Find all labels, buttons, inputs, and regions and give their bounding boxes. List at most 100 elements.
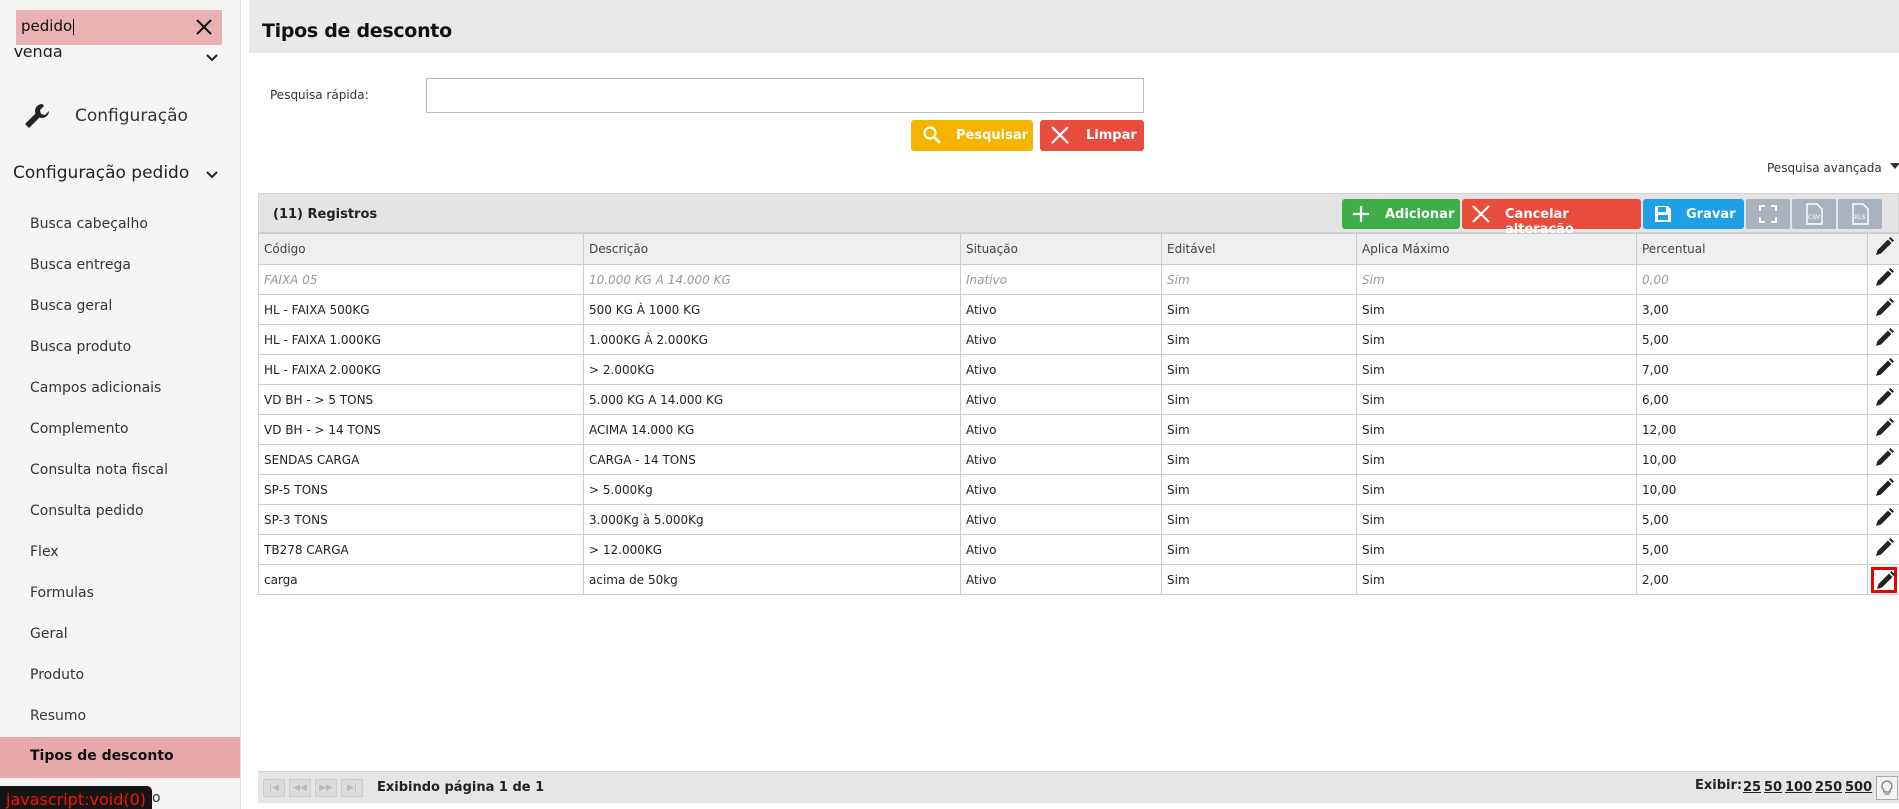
cell-aplica-maximo[interactable]: Sim [1356,414,1637,445]
sidebar-group-venda[interactable]: Venda [13,48,63,62]
edit-cell[interactable] [1867,354,1899,385]
cell-percentual[interactable]: 10,00 [1636,444,1868,475]
cell-descricao[interactable]: 5.000 KG A 14.000 KG [583,384,961,415]
edit-cell[interactable] [1867,534,1899,565]
sidebar-item-campos-adicionais[interactable]: Campos adicionais [0,369,240,409]
cell-percentual[interactable]: 10,00 [1636,474,1868,505]
table-row[interactable]: VD BH - > 5 TONS 5.000 KG A 14.000 KG Ativ… [258,384,1899,415]
cell-codigo[interactable]: SENDAS CARGA [258,444,584,475]
edit-cell[interactable] [1867,384,1899,415]
cell-percentual[interactable]: 2,00 [1636,564,1868,595]
search-button[interactable]: Pesquisar [911,120,1033,151]
cell-situacao[interactable]: Ativo [960,384,1162,415]
cell-percentual[interactable]: 0,00 [1636,264,1868,295]
cell-descricao[interactable]: > 5.000Kg [583,474,961,505]
edit-cell[interactable] [1867,324,1899,355]
edit-button[interactable] [1871,267,1897,293]
table-row[interactable]: TB278 CARGA > 12.000KG Ativo Sim Sim 5,00 [258,534,1899,565]
edit-button[interactable] [1871,537,1897,563]
cancel-changes-button[interactable]: Cancelar alteração [1462,199,1641,237]
cell-codigo[interactable]: TB278 CARGA [258,534,584,565]
cell-percentual[interactable]: 5,00 [1636,504,1868,535]
column-header-editavel[interactable]: Editável [1161,233,1357,265]
column-header-percentual[interactable]: Percentual [1636,233,1868,265]
cell-codigo[interactable]: FAIXA 05 [258,264,584,295]
table-row[interactable]: FAIXA 05 10.000 KG A 14.000 KG Inativo Sim S… [258,264,1899,295]
edit-button[interactable] [1871,447,1897,473]
cell-descricao[interactable]: > 2.000KG [583,354,961,385]
edit-button[interactable] [1871,327,1897,353]
cell-editavel[interactable]: Sim [1161,294,1357,325]
table-row[interactable]: VD BH - > 14 TONS ACIMA 14.000 KG Ativo Sim… [258,414,1899,445]
cell-editavel[interactable]: Sim [1161,444,1357,475]
cell-aplica-maximo[interactable]: Sim [1356,474,1637,505]
sidebar-item-flex[interactable]: Flex [0,533,240,573]
cell-descricao[interactable]: 3.000Kg à 5.000Kg [583,504,961,535]
next-page-button[interactable]: ▶▶ [315,779,337,797]
page-size-250[interactable]: 250 [1815,780,1842,795]
cell-editavel[interactable]: Sim [1161,264,1357,295]
page-size-25[interactable]: 25 [1743,780,1761,795]
cell-situacao[interactable]: Ativo [960,294,1162,325]
cell-descricao[interactable]: ACIMA 14.000 KG [583,414,961,445]
page-size-100[interactable]: 100 [1785,780,1812,795]
sidebar-item-busca-entrega[interactable]: Busca entrega [0,246,240,286]
cell-aplica-maximo[interactable]: Sim [1356,564,1637,595]
table-row[interactable]: SENDAS CARGA CARGA - 14 TONS Ativo Sim Sim 10… [258,444,1899,475]
page-size-500[interactable]: 500 [1845,780,1872,795]
header-edit-cell[interactable] [1867,233,1899,265]
cell-aplica-maximo[interactable]: Sim [1356,534,1637,565]
cell-codigo[interactable]: SP-3 TONS [258,504,584,535]
edit-cell[interactable] [1867,444,1899,475]
table-row[interactable]: SP-3 TONS 3.000Kg à 5.000Kg Ativo Sim Sim 5,0… [258,504,1899,535]
edit-button[interactable] [1871,297,1897,323]
edit-cell[interactable] [1867,474,1899,505]
save-button[interactable]: Gravar [1643,199,1744,229]
menu-search-input[interactable]: pedido [21,17,74,35]
cell-codigo[interactable]: HL - FAIXA 2.000KG [258,354,584,385]
cell-aplica-maximo[interactable]: Sim [1356,384,1637,415]
cell-situacao[interactable]: Ativo [960,414,1162,445]
cell-editavel[interactable]: Sim [1161,534,1357,565]
cell-editavel[interactable]: Sim [1161,384,1357,415]
cell-codigo[interactable]: SP-5 TONS [258,474,584,505]
edit-button[interactable] [1871,357,1897,383]
edit-button[interactable] [1871,387,1897,413]
cell-descricao[interactable]: 1.000KG À 2.000KG [583,324,961,355]
menu-search-box[interactable]: pedido [16,10,222,45]
table-row[interactable]: HL - FAIXA 500KG 500 KG À 1000 KG Ativo Sim… [258,294,1899,325]
quick-search-input[interactable] [426,78,1144,113]
cell-situacao[interactable]: Ativo [960,354,1162,385]
last-page-button[interactable]: ▶| [341,779,363,797]
sidebar-item-formulas[interactable]: Formulas [0,574,240,614]
sidebar-item-busca-cabecalho[interactable]: Busca cabeçalho [0,205,240,245]
table-row[interactable]: carga acima de 50kg Ativo Sim Sim 2,00 [258,564,1899,595]
pencil-icon[interactable] [1873,236,1895,258]
cell-editavel[interactable]: Sim [1161,324,1357,355]
cell-percentual[interactable]: 3,00 [1636,294,1868,325]
column-header-aplica-maximo[interactable]: Aplica Máximo [1356,233,1637,265]
cell-aplica-maximo[interactable]: Sim [1356,354,1637,385]
close-icon[interactable] [190,13,218,41]
cell-percentual[interactable]: 12,00 [1636,414,1868,445]
add-button[interactable]: Adicionar [1342,199,1460,229]
cell-descricao[interactable]: acima de 50kg [583,564,961,595]
cell-situacao[interactable]: Ativo [960,504,1162,535]
first-page-button[interactable]: |◀ [263,779,285,797]
cell-percentual[interactable]: 5,00 [1636,534,1868,565]
cell-aplica-maximo[interactable]: Sim [1356,324,1637,355]
cell-editavel[interactable]: Sim [1161,504,1357,535]
column-header-descricao[interactable]: Descrição [583,233,961,265]
chevron-down-icon[interactable] [205,53,219,63]
table-row[interactable]: HL - FAIXA 1.000KG 1.000KG À 2.000KG Ativo… [258,324,1899,355]
sidebar-item-produto[interactable]: Produto [0,656,240,696]
cell-editavel[interactable]: Sim [1161,474,1357,505]
cell-aplica-maximo[interactable]: Sim [1356,264,1637,295]
cell-percentual[interactable]: 7,00 [1636,354,1868,385]
chevron-down-icon[interactable] [205,170,219,180]
cell-descricao[interactable]: > 12.000KG [583,534,961,565]
sidebar-group-configuracao-pedido[interactable]: Configuração pedido [13,163,189,183]
cell-codigo[interactable]: HL - FAIXA 500KG [258,294,584,325]
cell-situacao[interactable]: Ativo [960,564,1162,595]
caret-down-icon[interactable] [1890,163,1899,169]
